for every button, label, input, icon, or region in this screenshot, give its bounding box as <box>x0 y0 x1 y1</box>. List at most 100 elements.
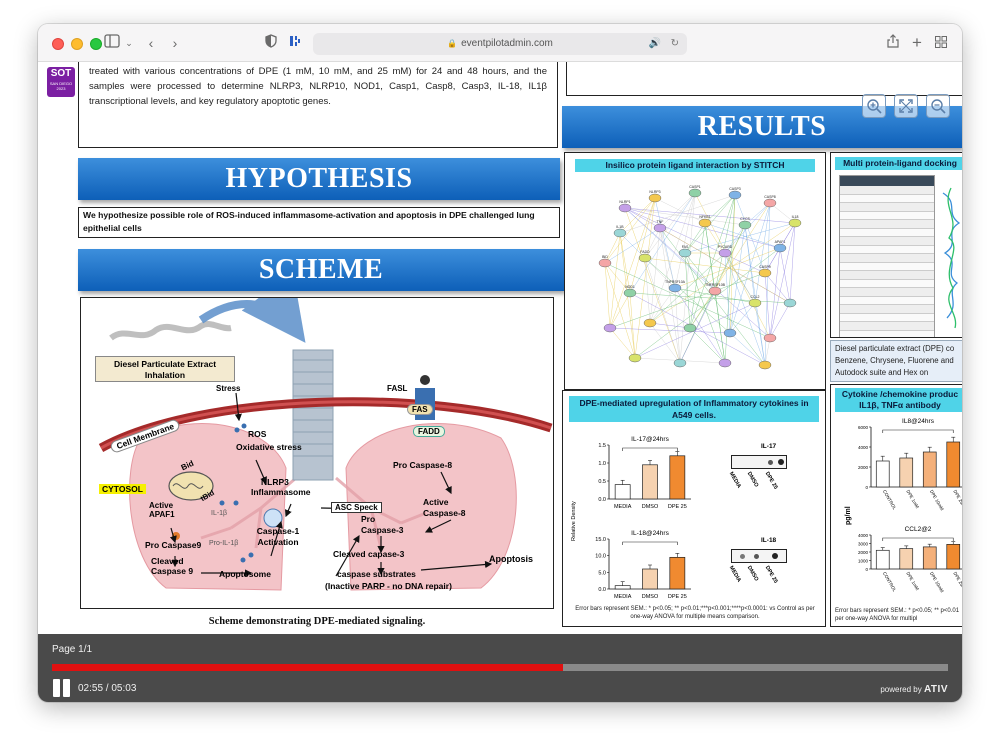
network-node <box>698 218 712 228</box>
network-node <box>783 298 797 308</box>
network-node <box>728 190 742 200</box>
bar <box>922 546 937 570</box>
zoom-out-button[interactable] <box>926 94 950 118</box>
network-node <box>623 288 637 298</box>
docking-table-row <box>840 262 934 271</box>
significance-bracket <box>622 447 678 451</box>
y-tick-label: 2000 <box>858 550 869 555</box>
fit-screen-button[interactable] <box>894 94 918 118</box>
chemokine-footnote: Error bars represent SEM.: * p<0.05; ** … <box>835 608 960 622</box>
scheme-diagram: Diesel Particulate Extract Inhalation St… <box>80 297 554 609</box>
chemokine-panel: Cytokine /chemokine produc IL1β, TNFα an… <box>830 384 962 627</box>
ros-label: ROS <box>248 429 267 439</box>
network-edge <box>754 302 766 366</box>
chevron-down-icon[interactable]: ⌄ <box>124 33 134 53</box>
category-label: DPE 25 <box>668 594 687 599</box>
bar <box>946 544 961 570</box>
network-node <box>683 323 697 333</box>
chart-title: IL8@24hrs <box>902 418 935 425</box>
shield-icon[interactable] <box>264 33 278 53</box>
pause-button[interactable] <box>52 678 72 698</box>
y-tick-label: 3000 <box>858 542 869 547</box>
cytokine-ylabel: Relative Density <box>571 501 577 541</box>
network-node <box>773 243 787 253</box>
network-node-label: FAS <box>682 245 689 249</box>
network-node <box>638 253 652 263</box>
category-label: MEDIA <box>614 504 632 510</box>
network-node-label: CYCS <box>740 217 750 221</box>
bar <box>946 441 961 488</box>
docking-table-rows <box>840 186 934 337</box>
apoptosis-label: Apoptosis <box>489 554 533 564</box>
share-icon[interactable] <box>886 33 900 53</box>
extension-icon[interactable] <box>288 33 302 53</box>
y-tick-label: 5.0 <box>598 570 606 576</box>
network-node-label: CCL2 <box>751 295 760 299</box>
address-bar[interactable]: 🔒 eventpilotadmin.com 🔊 ↻ <box>313 33 687 55</box>
powered-by-text: powered by <box>880 685 922 694</box>
docking-table-row <box>840 330 934 337</box>
network-edge <box>644 257 766 274</box>
network-node <box>628 353 642 363</box>
network-node-label: TNFRSF10A <box>665 280 686 284</box>
y-tick-label: 0 <box>865 485 868 490</box>
close-window-button[interactable] <box>52 38 64 50</box>
network-edge <box>764 272 791 304</box>
pro-caspase9-label: Pro Caspase9 <box>145 540 202 550</box>
bar <box>875 460 890 488</box>
zoom-in-button[interactable] <box>862 94 886 118</box>
cleaved-caspase3-label: Cleaved capase-3 <box>333 549 405 559</box>
tab-overview-icon[interactable] <box>934 33 948 53</box>
reload-icon[interactable]: ↻ <box>671 33 679 55</box>
minimize-window-button[interactable] <box>71 38 83 50</box>
network-node <box>748 298 762 308</box>
network-node-label: CASP8 <box>764 195 776 199</box>
network-node <box>598 258 612 268</box>
progress-bar[interactable] <box>52 664 948 671</box>
network-node <box>763 333 777 343</box>
cleaved-caspase9-label: Cleaved Caspase 9 <box>151 556 194 576</box>
bar <box>642 464 658 500</box>
category-label: DPE 10mM <box>929 571 945 594</box>
inflammasome-label: Inflammasome <box>251 487 311 497</box>
scheme-caption: Scheme demonstrating DPE-mediated signal… <box>208 616 426 627</box>
docking-table-row <box>840 186 934 195</box>
sot-logo: SOT SAN DIEGO 2023 <box>47 67 75 97</box>
fullscreen-window-button[interactable] <box>90 38 102 50</box>
category-label: CONTROL <box>882 489 898 511</box>
back-button[interactable]: ‹ <box>144 33 158 53</box>
forward-button[interactable]: › <box>168 33 182 53</box>
bar <box>899 548 914 570</box>
asc-speck-label: ASC Speck <box>331 502 382 513</box>
network-node <box>603 323 617 333</box>
docking-table-row <box>840 254 934 263</box>
network-node-label: NLRP1 <box>619 200 630 204</box>
caspase-substrates-label: caspase substrates <box>337 569 416 579</box>
category-label: DPE 25mM <box>952 489 962 512</box>
y-tick-label: 0.0 <box>598 587 606 593</box>
poster-viewer: SOT SAN DIEGO 2023 treated with various … <box>38 62 962 634</box>
network-node-label: CASP3 <box>729 187 741 191</box>
il8-chart: IL8@24hrs 0 2000 4000 6000 CONTROL DPE 1mM DPE … <box>858 418 962 512</box>
network-node <box>643 318 657 328</box>
chemokine-title: Cytokine /chemokine produc IL1β, TNFα an… <box>835 388 962 412</box>
protein-structure-image <box>942 187 961 329</box>
stitch-network: NLRP1 NLRP3 CASP1 CASP3 CASP8 IL18 IL1B TNF NFKB… <box>598 185 802 370</box>
new-tab-icon[interactable]: + <box>910 33 924 53</box>
audio-icon[interactable]: 🔊 <box>649 33 661 55</box>
bar <box>899 457 914 488</box>
network-edge <box>629 292 766 366</box>
docking-table-header <box>840 176 934 186</box>
blot-category-label: DPE 25 <box>763 565 779 585</box>
y-tick-label: 15.0 <box>595 537 606 543</box>
network-edge <box>779 247 791 304</box>
hypothesis-text: We hypothesize possible role of ROS-indu… <box>78 207 560 238</box>
blot-il17-image <box>731 455 787 469</box>
sidebar-icon[interactable] <box>104 33 120 53</box>
bar <box>614 585 631 590</box>
network-node <box>758 268 772 278</box>
docking-table <box>839 175 935 337</box>
fadd-label: FADD <box>413 426 445 437</box>
logo-text: SOT <box>50 68 72 79</box>
y-tick-label: 6000 <box>858 425 869 430</box>
